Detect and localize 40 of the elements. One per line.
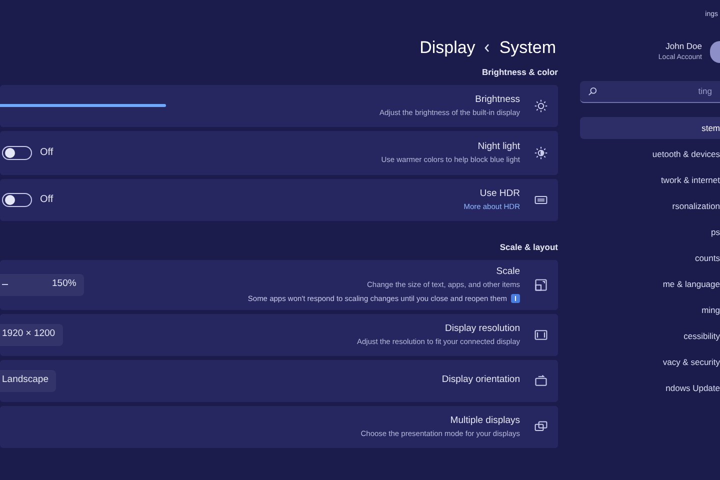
sidebar-item[interactable]: ps [580,221,720,244]
monitor-icon [534,328,548,342]
setting-title: Display resolution [445,322,520,336]
sidebar-item[interactable]: cessibility [580,325,720,348]
page-title: System [499,37,556,60]
brightness-icon [534,146,548,160]
search-icon [588,87,597,96]
setting-title: Use HDR [480,187,520,201]
sidebar-item[interactable]: me & language [580,273,720,296]
setting-title: Night light [478,140,520,154]
sidebar-item[interactable]: counts [580,247,720,270]
toggle-state: Off [40,146,54,160]
setting-title: Display orientation [442,373,520,388]
dropdown[interactable]: 150% [0,274,84,296]
sidebar-item[interactable]: twork & internet [580,169,720,192]
setting-title: Brightness [475,93,520,107]
dropdown[interactable]: Landscape [0,370,56,392]
sidebar-item[interactable]: rsonalization [580,195,720,218]
rotate-screen-icon [534,374,548,388]
scale-icon [534,278,548,292]
toggle-switch[interactable] [2,146,32,160]
multiple-displays-icon [534,420,548,434]
sidebar-item[interactable]: stem [580,117,720,140]
page-title: Display [420,37,476,60]
setting-title: Multiple displays [450,414,520,428]
info-icon [511,294,520,303]
section-heading: Brightness & color [482,66,558,79]
setting-title: Scale [496,265,520,280]
sidebar-item[interactable]: vacy & security [580,351,720,374]
toggle-switch[interactable] [2,192,32,207]
user-name: John Doe [666,40,702,53]
section-heading: Scale & layout [500,240,558,254]
dropdown[interactable]: 1920 × 1200 [0,324,64,346]
sidebar-item[interactable]: ming [580,299,720,322]
sun-icon [534,98,548,113]
toggle-state: Off [40,193,54,208]
sidebar-item[interactable]: ndows Update [580,377,720,400]
avatar [710,40,720,63]
search-field[interactable]: ting [580,81,720,104]
sidebar-item[interactable]: uetooth & devices [580,143,720,166]
